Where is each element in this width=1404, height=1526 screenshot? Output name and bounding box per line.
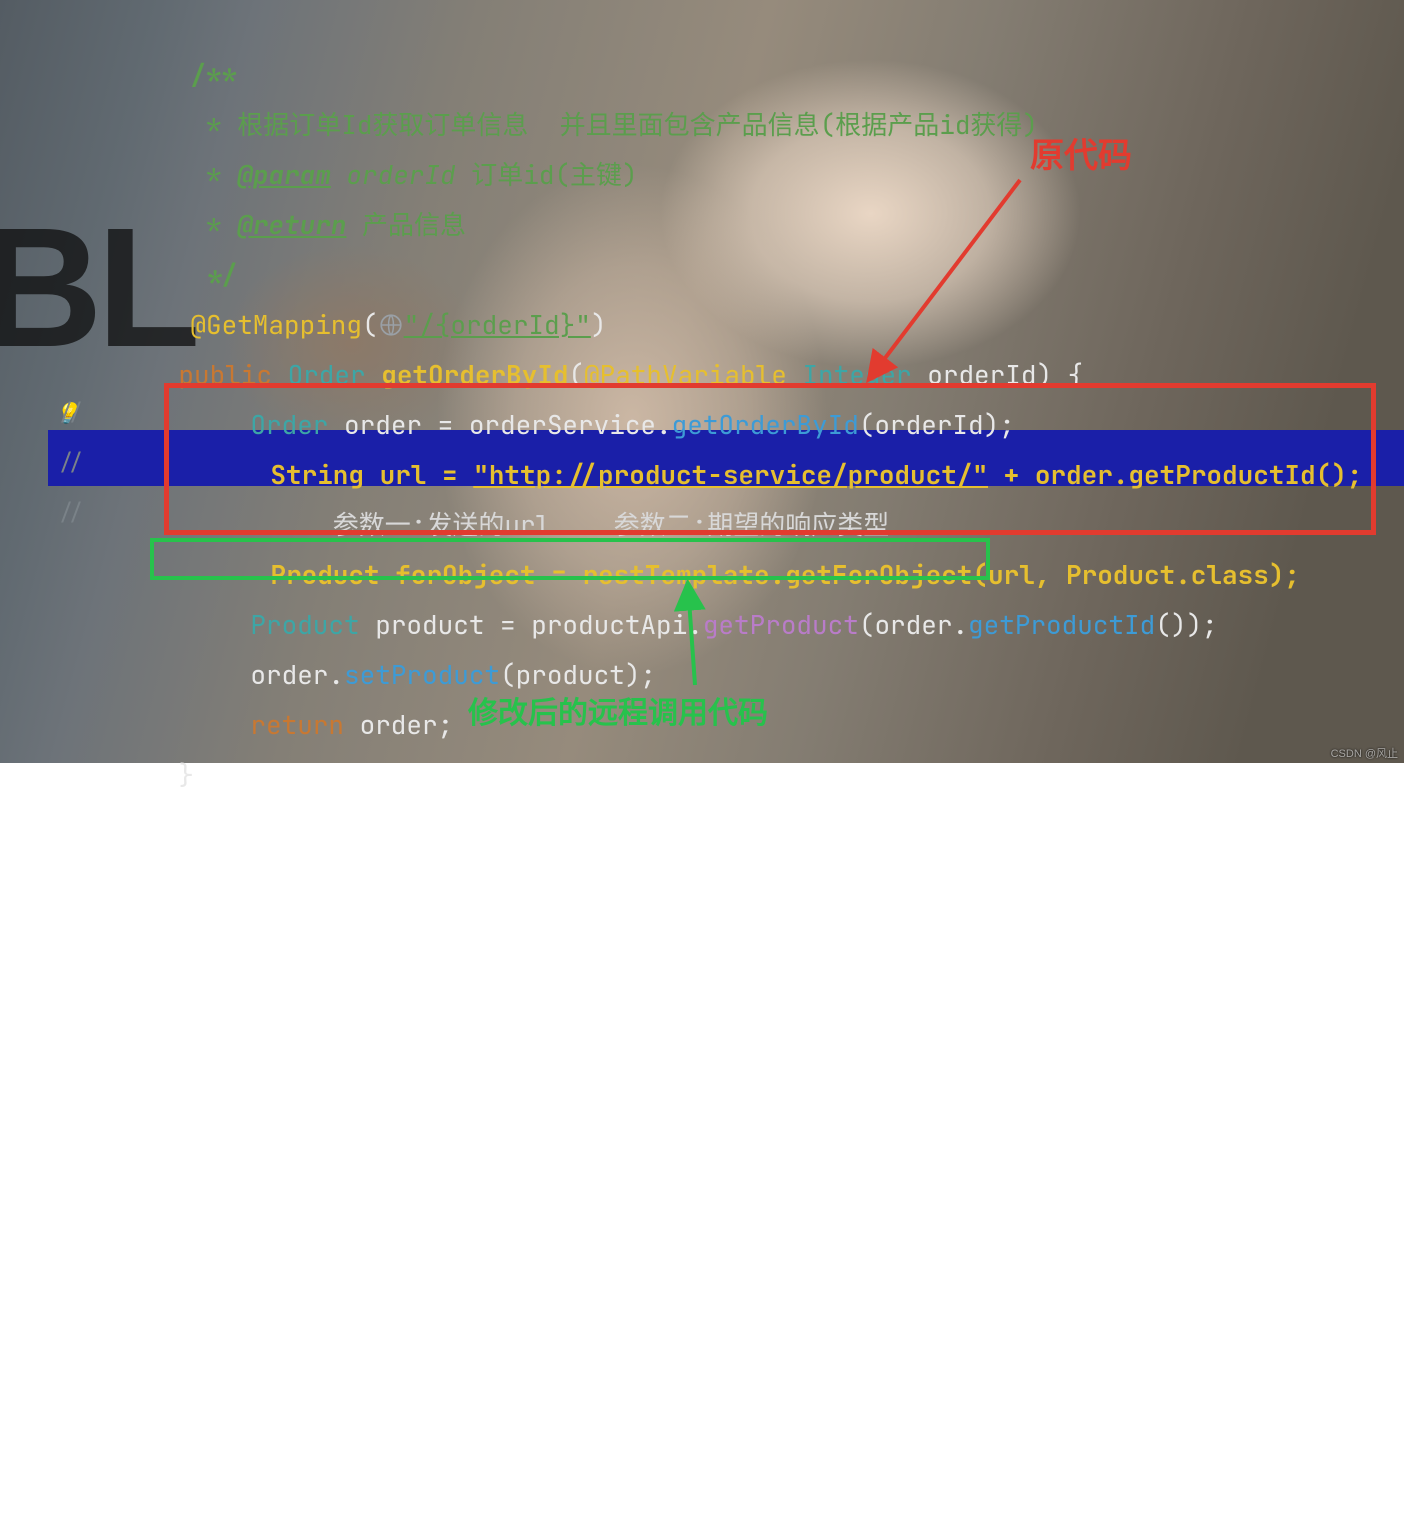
code-area[interactable]: /** * 根据订单Id获取订单信息 并且里面包含产品信息(根据产品id获得) … [48, 0, 1404, 763]
green-highlight-box [150, 538, 990, 580]
annotation-original-label: 原代码 [1030, 128, 1132, 177]
gutter: 💡// // // // [0, 0, 48, 763]
annotation-modified-label: 修改后的远程调用代码 [468, 688, 768, 732]
red-highlight-box [164, 383, 1376, 535]
close-brace: } [178, 757, 194, 792]
watermark: CSDN @风止 [1331, 745, 1398, 761]
